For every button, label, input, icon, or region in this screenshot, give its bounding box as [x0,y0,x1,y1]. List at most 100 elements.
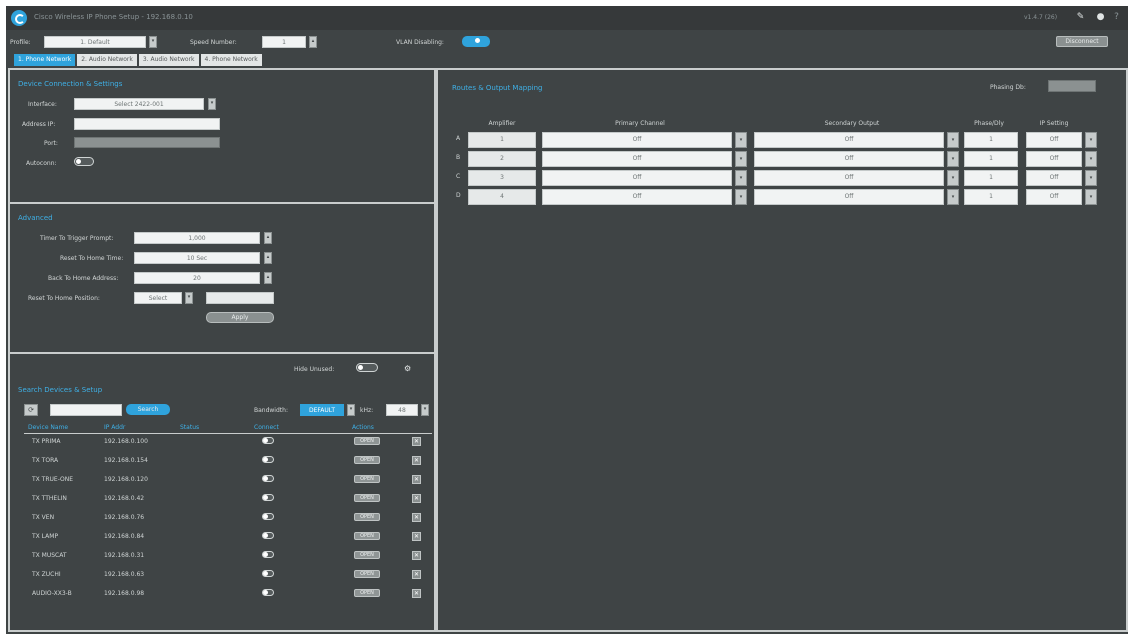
tab-1[interactable]: 1. Phone Network [14,54,76,66]
device-open-button[interactable]: OPEN [354,475,380,483]
tab-2[interactable]: 2. Audio Network [77,54,137,66]
delete-icon[interactable]: ✕ [412,475,421,484]
phase-dly-input[interactable]: 1 [964,189,1018,205]
ip-setting-dropdown-icon[interactable]: ▾ [1085,132,1097,148]
apply-button[interactable]: Apply [206,312,274,323]
phase-dly-input[interactable]: 1 [964,151,1018,167]
delete-icon[interactable]: ✕ [412,456,421,465]
delete-icon[interactable]: ✕ [412,532,421,541]
ip-setting-select[interactable]: Off [1026,189,1082,205]
reset-home-position-extra[interactable] [206,292,274,304]
bandwidth-select[interactable]: DEFAULT [300,404,344,416]
col-phase-dly: Phase/Dly [974,120,1004,127]
reset-home-time-stepper-icon[interactable]: ▴ [264,252,272,264]
search-button[interactable]: Search [126,404,170,415]
disconnect-button[interactable]: Disconnect [1056,36,1108,47]
primary-channel-dropdown-icon[interactable]: ▾ [735,151,747,167]
device-connect-toggle[interactable] [262,513,274,520]
secondary-output-dropdown-icon[interactable]: ▾ [947,170,959,186]
timer-trigger-stepper-icon[interactable]: ▴ [264,232,272,244]
delete-icon[interactable]: ✕ [412,589,421,598]
secondary-output-select[interactable]: Off [754,189,944,205]
back-home-address-stepper-icon[interactable]: ▴ [264,272,272,284]
circle-icon[interactable]: ● [1096,13,1105,22]
secondary-output-select[interactable]: Off [754,170,944,186]
interface-select[interactable]: Select 2422-001 [74,98,204,110]
phase-dly-input[interactable]: 1 [964,170,1018,186]
phasing-label: Phasing Db: [990,84,1026,91]
ip-setting-dropdown-icon[interactable]: ▾ [1085,189,1097,205]
device-name-cell: AUDIO-XX3-B [32,590,72,597]
profile-select[interactable]: 1. Default [44,36,146,48]
device-connect-toggle[interactable] [262,589,274,596]
primary-channel-select[interactable]: Off [542,151,732,167]
autoconn-toggle[interactable] [74,157,94,166]
speed-number-input[interactable]: 1 [262,36,306,48]
delete-icon[interactable]: ✕ [412,494,421,503]
timer-trigger-input[interactable]: 1,000 [134,232,260,244]
ip-setting-select[interactable]: Off [1026,151,1082,167]
secondary-output-dropdown-icon[interactable]: ▾ [947,132,959,148]
rate-dropdown-icon[interactable]: ▾ [421,404,429,416]
hide-unused-toggle[interactable] [356,363,378,372]
port-input[interactable] [74,137,220,148]
device-ip-cell: 192.168.0.120 [104,476,148,483]
secondary-output-dropdown-icon[interactable]: ▾ [947,189,959,205]
secondary-output-dropdown-icon[interactable]: ▾ [947,151,959,167]
back-home-address-input[interactable]: 20 [134,272,260,284]
device-open-button[interactable]: OPEN [354,437,380,445]
phase-dly-input[interactable]: 1 [964,132,1018,148]
speed-number-stepper-icon[interactable]: ▴ [309,36,317,48]
device-connect-toggle[interactable] [262,494,274,501]
device-connect-toggle[interactable] [262,532,274,539]
delete-icon[interactable]: ✕ [412,513,421,522]
search-input[interactable] [50,404,122,416]
delete-icon[interactable]: ✕ [412,551,421,560]
primary-channel-dropdown-icon[interactable]: ▾ [735,189,747,205]
address-ip-input[interactable] [74,118,220,130]
primary-channel-dropdown-icon[interactable]: ▾ [735,170,747,186]
device-open-button[interactable]: OPEN [354,551,380,559]
tab-4[interactable]: 4. Phone Network [200,54,262,66]
device-open-button[interactable]: OPEN [354,570,380,578]
help-icon[interactable]: ? [1112,13,1121,22]
vlan-disabling-toggle[interactable] [462,36,490,47]
edit-icon[interactable]: ✎ [1076,13,1085,22]
primary-channel-select[interactable]: Off [542,189,732,205]
reset-home-position-dropdown-icon[interactable]: ▾ [185,292,193,304]
device-connect-toggle[interactable] [262,570,274,577]
col-amplifier: Amplifier [488,120,516,127]
reset-home-position-select[interactable]: Select [134,292,182,304]
device-connect-toggle[interactable] [262,456,274,463]
interface-dropdown-icon[interactable]: ▾ [208,98,216,110]
device-connect-toggle[interactable] [262,437,274,444]
ip-setting-dropdown-icon[interactable]: ▾ [1085,170,1097,186]
device-open-button[interactable]: OPEN [354,589,380,597]
ip-setting-dropdown-icon[interactable]: ▾ [1085,151,1097,167]
ip-setting-select[interactable]: Off [1026,132,1082,148]
device-open-button[interactable]: OPEN [354,456,380,464]
reset-home-time-input[interactable]: 10 Sec [134,252,260,264]
device-name-cell: TX PRIMA [32,438,61,445]
profile-dropdown-icon[interactable]: ▾ [149,36,157,48]
tab-3[interactable]: 3. Audio Network [138,54,199,66]
device-connect-toggle[interactable] [262,551,274,558]
delete-icon[interactable]: ✕ [412,437,421,446]
device-open-button[interactable]: OPEN [354,513,380,521]
route-row-label: A [456,135,461,142]
bandwidth-dropdown-icon[interactable]: ▾ [347,404,355,416]
device-open-button[interactable]: OPEN [354,494,380,502]
primary-channel-select[interactable]: Off [542,170,732,186]
ip-setting-select[interactable]: Off [1026,170,1082,186]
delete-icon[interactable]: ✕ [412,570,421,579]
refresh-icon[interactable]: ⟳ [24,404,38,416]
settings-gear-icon[interactable]: ⚙ [404,364,411,373]
secondary-output-select[interactable]: Off [754,132,944,148]
device-connect-toggle[interactable] [262,475,274,482]
primary-channel-select[interactable]: Off [542,132,732,148]
primary-channel-dropdown-icon[interactable]: ▾ [735,132,747,148]
rate-select[interactable]: 48 [386,404,418,416]
device-open-button[interactable]: OPEN [354,532,380,540]
phasing-input[interactable] [1048,80,1096,92]
secondary-output-select[interactable]: Off [754,151,944,167]
